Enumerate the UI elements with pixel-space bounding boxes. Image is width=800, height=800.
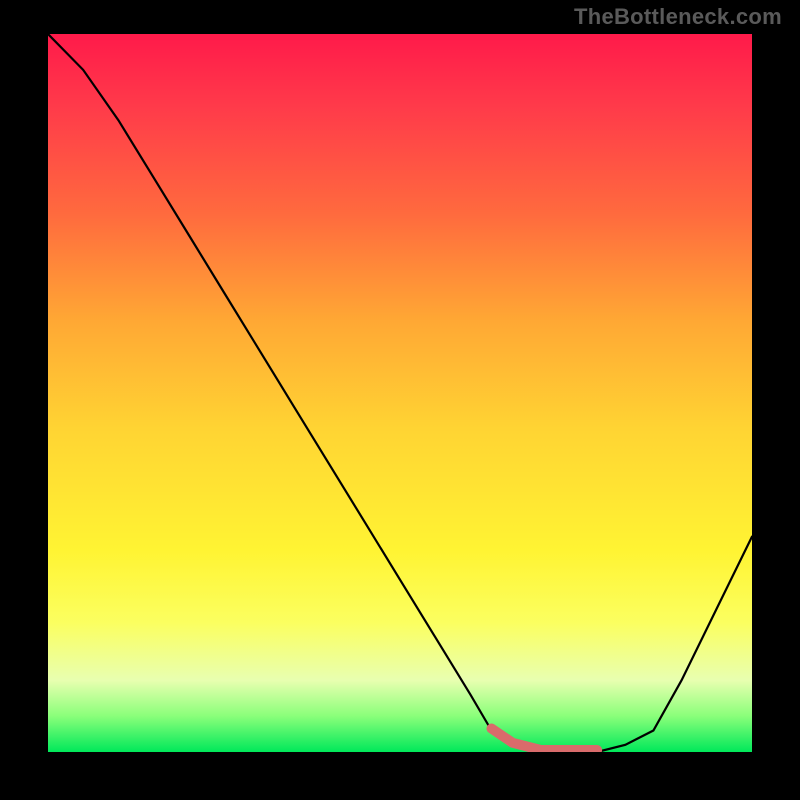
curve-overlay (48, 34, 752, 752)
attribution-label: TheBottleneck.com (574, 4, 782, 30)
plot-area (48, 34, 752, 752)
optimal-range-highlight (492, 729, 598, 751)
bottleneck-curve (48, 34, 752, 752)
chart-frame: TheBottleneck.com (0, 0, 800, 800)
